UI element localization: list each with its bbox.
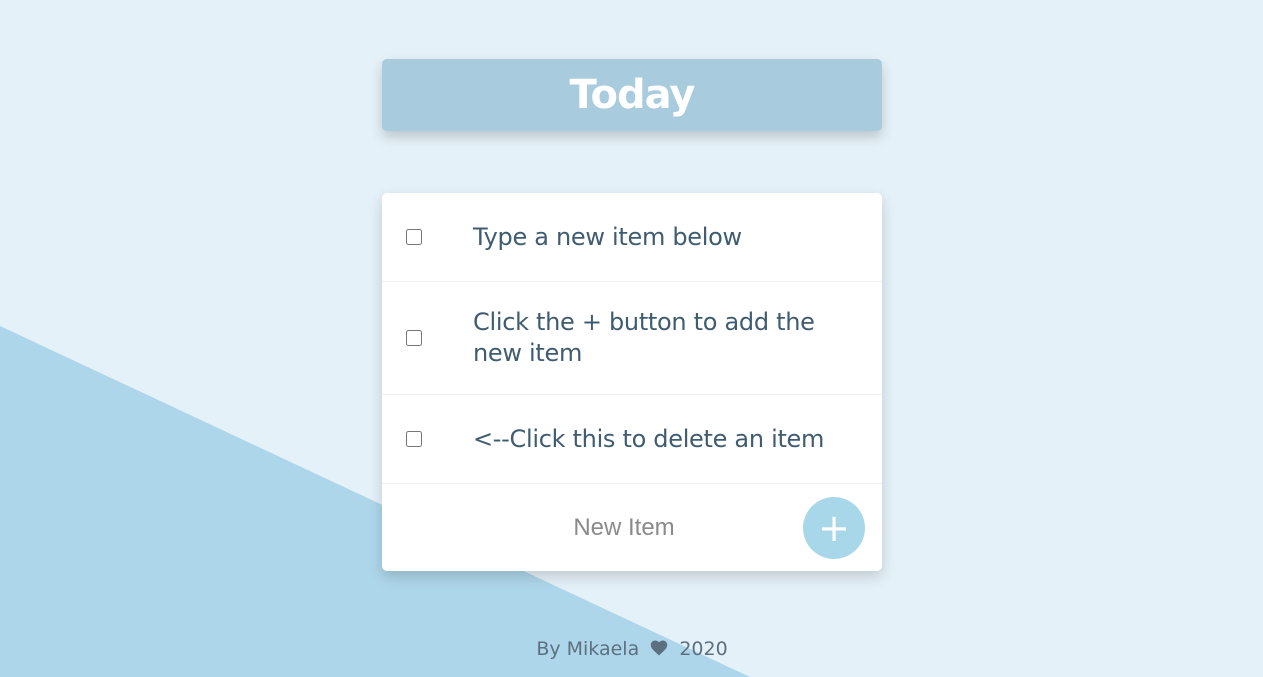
new-item-row: +: [382, 484, 882, 571]
list-item[interactable]: Click the + button to add the new item: [382, 282, 882, 395]
item-text: Click the + button to add the new item: [473, 308, 815, 367]
new-item-input[interactable]: [492, 510, 756, 546]
page-title: Today: [569, 72, 696, 118]
heart-icon: [651, 640, 668, 655]
item-text: Type a new item below: [473, 222, 742, 251]
footer-year: 2020: [679, 638, 728, 660]
list-item[interactable]: Type a new item below: [382, 193, 882, 282]
item-checkbox[interactable]: [406, 229, 422, 245]
list-item[interactable]: <--Click this to delete an item: [382, 395, 882, 484]
item-checkbox[interactable]: [406, 330, 422, 346]
plus-icon: +: [818, 506, 850, 550]
footer: By Mikaela 2020: [382, 636, 882, 662]
item-checkbox[interactable]: [406, 431, 422, 447]
item-text: <--Click this to delete an item: [473, 424, 825, 453]
footer-author: By Mikaela: [536, 638, 640, 660]
page-title-box: Today: [382, 59, 882, 131]
todo-list-card: Type a new item below Click the + button…: [382, 193, 882, 571]
add-item-button[interactable]: +: [803, 497, 865, 559]
